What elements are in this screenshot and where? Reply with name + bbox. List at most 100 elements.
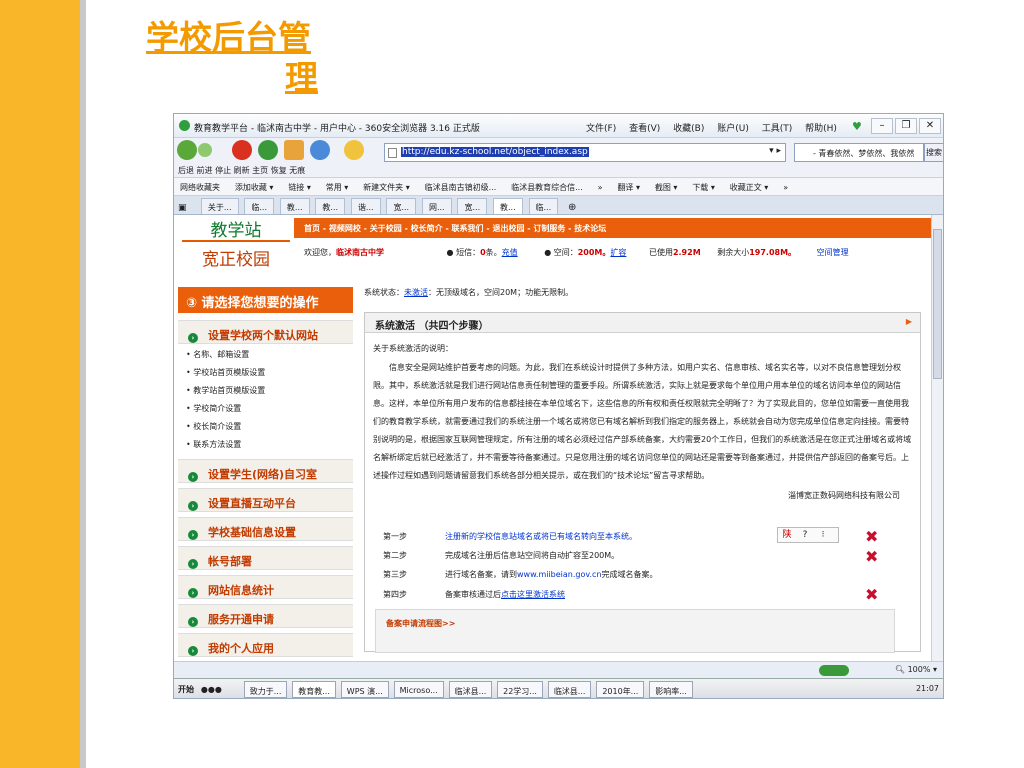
taskbar-item[interactable]: WPS 演... xyxy=(340,681,389,698)
refresh-icon[interactable] xyxy=(258,140,278,160)
new-tab-icon[interactable]: ⊕ xyxy=(568,202,576,213)
browser-tab[interactable]: 宽... xyxy=(457,198,488,214)
expand-link[interactable]: 扩容 xyxy=(610,248,626,257)
home-icon[interactable] xyxy=(284,140,304,160)
search-input[interactable]: - 青春依然、梦依然、我依然 xyxy=(794,143,924,162)
fav-item[interactable]: 网络收藏夹 xyxy=(174,178,226,193)
sidebar-subitem[interactable]: 学校站首页模版设置 xyxy=(178,363,353,381)
zoom-icon: 🔍︎ xyxy=(894,665,908,674)
browser-tab[interactable]: 临... xyxy=(244,198,275,214)
taskbar-item[interactable]: 2010年... xyxy=(596,681,645,698)
site-nav[interactable]: 首页 - 视频网校 - 关于校园 - 校长简介 - 联系我们 - 退出校园 - … xyxy=(294,218,932,238)
fav-more[interactable]: » xyxy=(777,179,794,192)
step-1-link[interactable]: 注册新的学校信息站域名或将已有域名转向至本系统。 xyxy=(445,532,637,541)
menu-help[interactable]: 帮助(H) xyxy=(805,124,837,134)
forward-icon[interactable] xyxy=(198,143,212,157)
ime-char[interactable]: 陕 xyxy=(778,528,796,542)
start-button[interactable]: 开始 xyxy=(174,679,198,695)
sidebar-section-default-sites[interactable]: › 设置学校两个默认网站 xyxy=(178,320,353,344)
fav-item[interactable]: 翻译 ▾ xyxy=(611,178,646,193)
menu-account[interactable]: 账户(U) xyxy=(717,124,749,134)
browser-tab[interactable]: 教... xyxy=(279,198,310,214)
sidebar-section-study-room[interactable]: › 设置学生(网络)自习室 xyxy=(178,459,353,483)
taskbar-item[interactable]: 22学习... xyxy=(497,681,543,698)
step-3-text: 进行域名备案，请到 xyxy=(445,570,517,579)
fav-more[interactable]: » xyxy=(592,179,609,192)
help-icon[interactable]: ? xyxy=(796,528,814,542)
used-value: 2.92M xyxy=(672,248,701,257)
site-logo-top[interactable]: 教学站 xyxy=(182,216,290,242)
browser-tab[interactable]: 宽... xyxy=(386,198,417,214)
menu-file[interactable]: 文件(F) xyxy=(586,124,616,134)
menu-favorites[interactable]: 收藏(B) xyxy=(673,124,704,134)
sidebar-subitem[interactable]: 名称、邮箱设置 xyxy=(178,345,353,363)
fav-item[interactable]: 添加收藏 ▾ xyxy=(229,178,280,193)
taskbar-item[interactable]: Microso... xyxy=(393,681,444,698)
sidebar-subitem[interactable]: 联系方法设置 xyxy=(178,435,353,453)
back-icon[interactable] xyxy=(177,140,197,160)
page-icon xyxy=(388,148,397,158)
tab-bar: ▣ 关于... 临... 教... 教... 谐... 宽... 网... 宽.… xyxy=(174,196,943,215)
close-button[interactable]: ✕ xyxy=(919,118,941,134)
sidebar-section-label: 服务开通申请 xyxy=(208,613,274,626)
fav-item[interactable]: 截图 ▾ xyxy=(649,178,684,193)
status-link[interactable]: 未激活 xyxy=(404,288,428,297)
fav-item[interactable]: 链接 ▾ xyxy=(282,178,317,193)
space-manage-link[interactable]: 空间管理 xyxy=(817,248,849,257)
menu-view[interactable]: 查看(V) xyxy=(629,124,660,134)
address-dropdown-icon[interactable]: ▾ ▸ xyxy=(769,146,781,156)
beian-link[interactable]: www.miibeian.gov.cn xyxy=(517,570,602,579)
fav-item[interactable]: 收藏正文 ▾ xyxy=(724,178,775,193)
browser-tab[interactable]: 网... xyxy=(421,198,452,214)
taskbar-item[interactable]: 影响率... xyxy=(649,681,693,698)
quicklaunch-icon[interactable]: ●●● xyxy=(201,685,241,694)
browser-tab[interactable]: 谐... xyxy=(350,198,381,214)
taskbar-item[interactable]: 临沭县... xyxy=(448,681,493,698)
taskbar-item-active[interactable]: 教育教... xyxy=(292,681,336,698)
zoom-level[interactable]: 🔍︎ 100% ▾ xyxy=(895,665,937,674)
fav-item[interactable]: 临沭县教育综合信... xyxy=(505,178,589,193)
sidebar-section-live[interactable]: › 设置直播互动平台 xyxy=(178,488,353,512)
fav-item[interactable]: 常用 ▾ xyxy=(320,178,355,193)
sidebar-section-basic-info[interactable]: › 学校基础信息设置 xyxy=(178,517,353,541)
sidebar-subitem[interactable]: 学校简介设置 xyxy=(178,399,353,417)
activate-link[interactable]: 点击这里激活系统 xyxy=(501,590,565,599)
browser-tab[interactable]: 教... xyxy=(315,198,346,214)
sidebar-toggle-icon[interactable]: ▣ xyxy=(178,203,192,213)
search-button[interactable]: 搜索 xyxy=(924,143,943,162)
ime-more-icon[interactable]: ⁝ xyxy=(814,528,832,542)
browser-tab[interactable]: 关于... xyxy=(200,198,239,214)
restore-icon[interactable] xyxy=(310,140,330,160)
ime-toolbar[interactable]: 陕? ⁝ xyxy=(777,527,839,543)
taskbar-item[interactable]: 临沭县... xyxy=(547,681,592,698)
sidebar-section-accounts[interactable]: › 帐号部署 xyxy=(178,546,353,570)
sidebar-subitem[interactable]: 校长简介设置 xyxy=(178,417,353,435)
flow-title[interactable]: 备案申请流程图>> xyxy=(386,618,455,629)
sidebar-section-personal[interactable]: › 我的个人应用 xyxy=(178,633,353,657)
step-label: 第二步 xyxy=(383,551,407,560)
skin-icon[interactable]: ♥ xyxy=(852,120,862,133)
scroll-thumb[interactable] xyxy=(933,229,942,379)
sidebar-section-stats[interactable]: › 网站信息统计 xyxy=(178,575,353,599)
zoom-value: 100% ▾ xyxy=(907,665,937,674)
accelerator-toggle-icon[interactable] xyxy=(819,665,849,676)
browser-tab-active[interactable]: 教... xyxy=(493,198,523,214)
address-bar[interactable]: http://edu.kz-school.net/object_index.as… xyxy=(384,143,786,162)
taskbar-item[interactable]: 致力于... xyxy=(243,681,288,698)
page-scrollbar[interactable] xyxy=(931,215,943,661)
maximize-button[interactable]: ❐ xyxy=(895,118,917,134)
nav-labels: 后退 前进 停止 刷新 主页 恢复 无痕 xyxy=(178,166,306,175)
browser-tab[interactable]: 临... xyxy=(528,198,559,214)
fav-item[interactable]: 下载 ▾ xyxy=(686,178,721,193)
menu-tools[interactable]: 工具(T) xyxy=(762,124,793,134)
sidebar-subitem[interactable]: 教学站首页模版设置 xyxy=(178,381,353,399)
incognito-icon[interactable] xyxy=(344,140,364,160)
site-logo-bottom[interactable]: 宽正校园 xyxy=(182,245,290,270)
recharge-link[interactable]: 充值 xyxy=(502,248,518,257)
minimize-button[interactable]: – xyxy=(871,118,893,134)
welcome-prefix: 欢迎您， xyxy=(304,248,336,257)
fav-item[interactable]: 新建文件夹 ▾ xyxy=(357,178,416,193)
fav-item[interactable]: 临沭县南古镇初级... xyxy=(419,178,503,193)
sidebar-section-service[interactable]: › 服务开通申请 xyxy=(178,604,353,628)
stop-icon[interactable] xyxy=(232,140,252,160)
